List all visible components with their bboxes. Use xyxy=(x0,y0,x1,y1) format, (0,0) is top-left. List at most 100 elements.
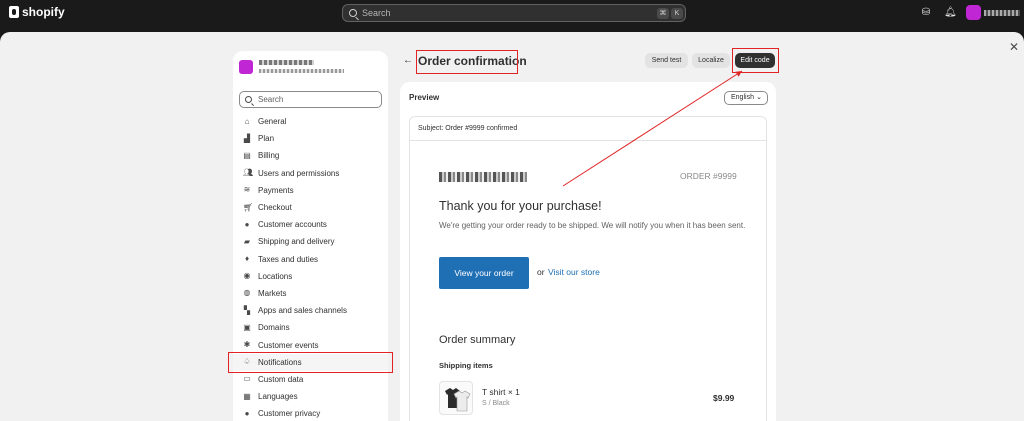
or-text: or xyxy=(537,267,545,277)
shipping-items-heading: Shipping items xyxy=(439,361,493,370)
preview-heading: Preview xyxy=(409,93,440,102)
shopify-logo[interactable]: shopify xyxy=(9,5,65,19)
tax-icon: ♦ xyxy=(244,254,250,264)
bell-icon[interactable]: 🔔︎ xyxy=(944,7,957,19)
sidebar-item-customer-accounts[interactable]: ● Customer accounts xyxy=(233,216,388,233)
sidebar-item-label: General xyxy=(258,117,287,127)
email-heading: Thank you for your purchase! xyxy=(439,199,602,213)
sidebar-item-languages[interactable]: ▦ Languages xyxy=(233,388,388,405)
sidebar-item-taxes[interactable]: ♦ Taxes and duties xyxy=(233,251,388,268)
order-number: ORDER #9999 xyxy=(680,171,737,181)
receipt-icon: ▤ xyxy=(243,150,251,160)
product-title: T shirt × 1 xyxy=(482,387,520,397)
domain-icon: ▣ xyxy=(243,322,251,332)
sidebar-item-label: Users and permissions xyxy=(258,168,340,178)
globe-icon: ◍ xyxy=(243,288,251,298)
sidebar-item-label: Payments xyxy=(258,185,294,195)
sidebar-item-label: Custom data xyxy=(258,374,304,384)
shortcut-cmd-key: ⌘ xyxy=(657,8,669,19)
store-icon: ⌂ xyxy=(244,116,250,126)
product-variant: S / Black xyxy=(482,400,510,407)
sidebar-item-label: Locations xyxy=(258,271,293,281)
sidebar-item-locations[interactable]: ◉ Locations xyxy=(233,268,388,285)
search-icon xyxy=(349,9,357,17)
settings-search-input[interactable]: Search xyxy=(239,91,382,108)
email-message: We're getting your order ready to be shi… xyxy=(439,221,746,230)
store-header[interactable] xyxy=(239,60,382,78)
sidebar-item-label: Notifications xyxy=(258,357,302,367)
sidebar-item-billing[interactable]: ▤ Billing xyxy=(233,147,388,164)
store-icon[interactable]: ⛁ xyxy=(920,7,932,19)
edit-code-button[interactable]: Edit code xyxy=(735,53,775,68)
order-summary-heading: Order summary xyxy=(439,334,516,346)
send-test-button[interactable]: Send test xyxy=(645,53,688,68)
sidebar-item-customer-privacy[interactable]: ● Customer privacy xyxy=(233,405,388,421)
bell-icon: ♤ xyxy=(243,357,251,367)
location-icon: ◉ xyxy=(243,271,251,281)
sidebar-item-label: Languages xyxy=(258,392,298,402)
sidebar-item-markets[interactable]: ◍ Markets xyxy=(233,285,388,302)
sidebar-item-customer-events[interactable]: ✱ Customer events xyxy=(233,336,388,353)
store-url-redacted xyxy=(259,69,344,73)
sidebar-item-label: Customer events xyxy=(258,340,319,350)
lock-icon: ● xyxy=(244,408,250,418)
sidebar-item-notifications[interactable]: ♤ Notifications xyxy=(233,353,388,371)
person-icon: ● xyxy=(244,219,250,229)
sidebar-item-label: Checkout xyxy=(258,203,292,213)
page-title: Order confirmation xyxy=(418,54,527,68)
sidebar-item-label: Taxes and duties xyxy=(258,254,319,264)
sidebar-item-label: Markets xyxy=(258,288,287,298)
visit-store-link[interactable]: Visit our store xyxy=(548,267,600,277)
sidebar-item-label: Customer accounts xyxy=(258,220,327,230)
settings-search-placeholder: Search xyxy=(258,95,284,104)
email-subject: Subject: Order #9999 confirmed xyxy=(409,116,767,141)
view-order-button[interactable]: View your order xyxy=(439,257,529,289)
cart-icon: 🛒︎ xyxy=(243,202,254,212)
store-logo-redacted xyxy=(439,172,527,182)
shopify-bag-icon xyxy=(9,6,19,18)
sidebar-item-custom-data[interactable]: ▭ Custom data xyxy=(233,371,388,388)
sidebar-item-users[interactable]: 👥︎ Users and permissions xyxy=(233,165,388,182)
store-avatar xyxy=(239,60,253,74)
store-name-redacted xyxy=(259,60,314,65)
sidebar-item-label: Apps and sales channels xyxy=(258,306,347,316)
payments-icon: ≋ xyxy=(243,185,251,195)
sidebar-item-plan[interactable]: ▟ Plan xyxy=(233,130,388,147)
brand-name: shopify xyxy=(22,5,65,19)
sidebar-item-apps[interactable]: ▚ Apps and sales channels xyxy=(233,302,388,319)
shortcut-k-key: K xyxy=(671,8,683,19)
settings-nav: ⌂ General ▟ Plan ▤ Billing 👥︎ Users and perm… xyxy=(233,113,388,421)
product-price: $9.99 xyxy=(713,393,735,403)
language-icon: ▦ xyxy=(243,391,251,401)
sidebar-item-label: Domains xyxy=(258,323,290,333)
chevron-down-icon: ⌄ xyxy=(756,94,762,101)
global-search-input[interactable]: Search ⌘ K xyxy=(342,4,686,22)
sidebar-item-general[interactable]: ⌂ General xyxy=(233,113,388,130)
sidebar-item-label: Plan xyxy=(258,134,275,144)
truck-icon: ▰ xyxy=(243,236,251,246)
back-arrow-icon[interactable]: ← xyxy=(403,55,413,66)
language-select-value: English xyxy=(731,94,754,101)
sidebar-item-domains[interactable]: ▣ Domains xyxy=(233,319,388,336)
global-search-placeholder: Search xyxy=(362,8,391,18)
top-bar: shopify Search ⌘ K ⛁ 🔔︎ xyxy=(0,0,1024,26)
account-name-redacted xyxy=(984,10,1020,16)
apps-icon: ▚ xyxy=(243,305,251,315)
account-avatar[interactable] xyxy=(966,5,981,20)
events-icon: ✱ xyxy=(243,340,251,350)
sidebar-item-label: Billing xyxy=(258,151,280,161)
sidebar-item-payments[interactable]: ≋ Payments xyxy=(233,182,388,199)
search-icon xyxy=(245,96,252,103)
sidebar-item-checkout[interactable]: 🛒︎ Checkout xyxy=(233,199,388,216)
close-icon[interactable]: ✕ xyxy=(1008,41,1020,53)
language-select[interactable]: English ⌄ xyxy=(724,91,768,105)
chart-icon: ▟ xyxy=(243,133,251,143)
localize-button[interactable]: Localize xyxy=(692,53,730,68)
sidebar-item-label: Customer privacy xyxy=(258,409,321,419)
product-image xyxy=(439,381,473,415)
sidebar-item-label: Shipping and delivery xyxy=(258,237,335,247)
data-icon: ▭ xyxy=(243,374,251,384)
settings-sidebar: Search ⌂ General ▟ Plan ▤ Billing 👥︎ Users a… xyxy=(233,51,388,421)
sidebar-item-shipping[interactable]: ▰ Shipping and delivery xyxy=(233,233,388,250)
users-icon: 👥︎ xyxy=(243,168,254,178)
